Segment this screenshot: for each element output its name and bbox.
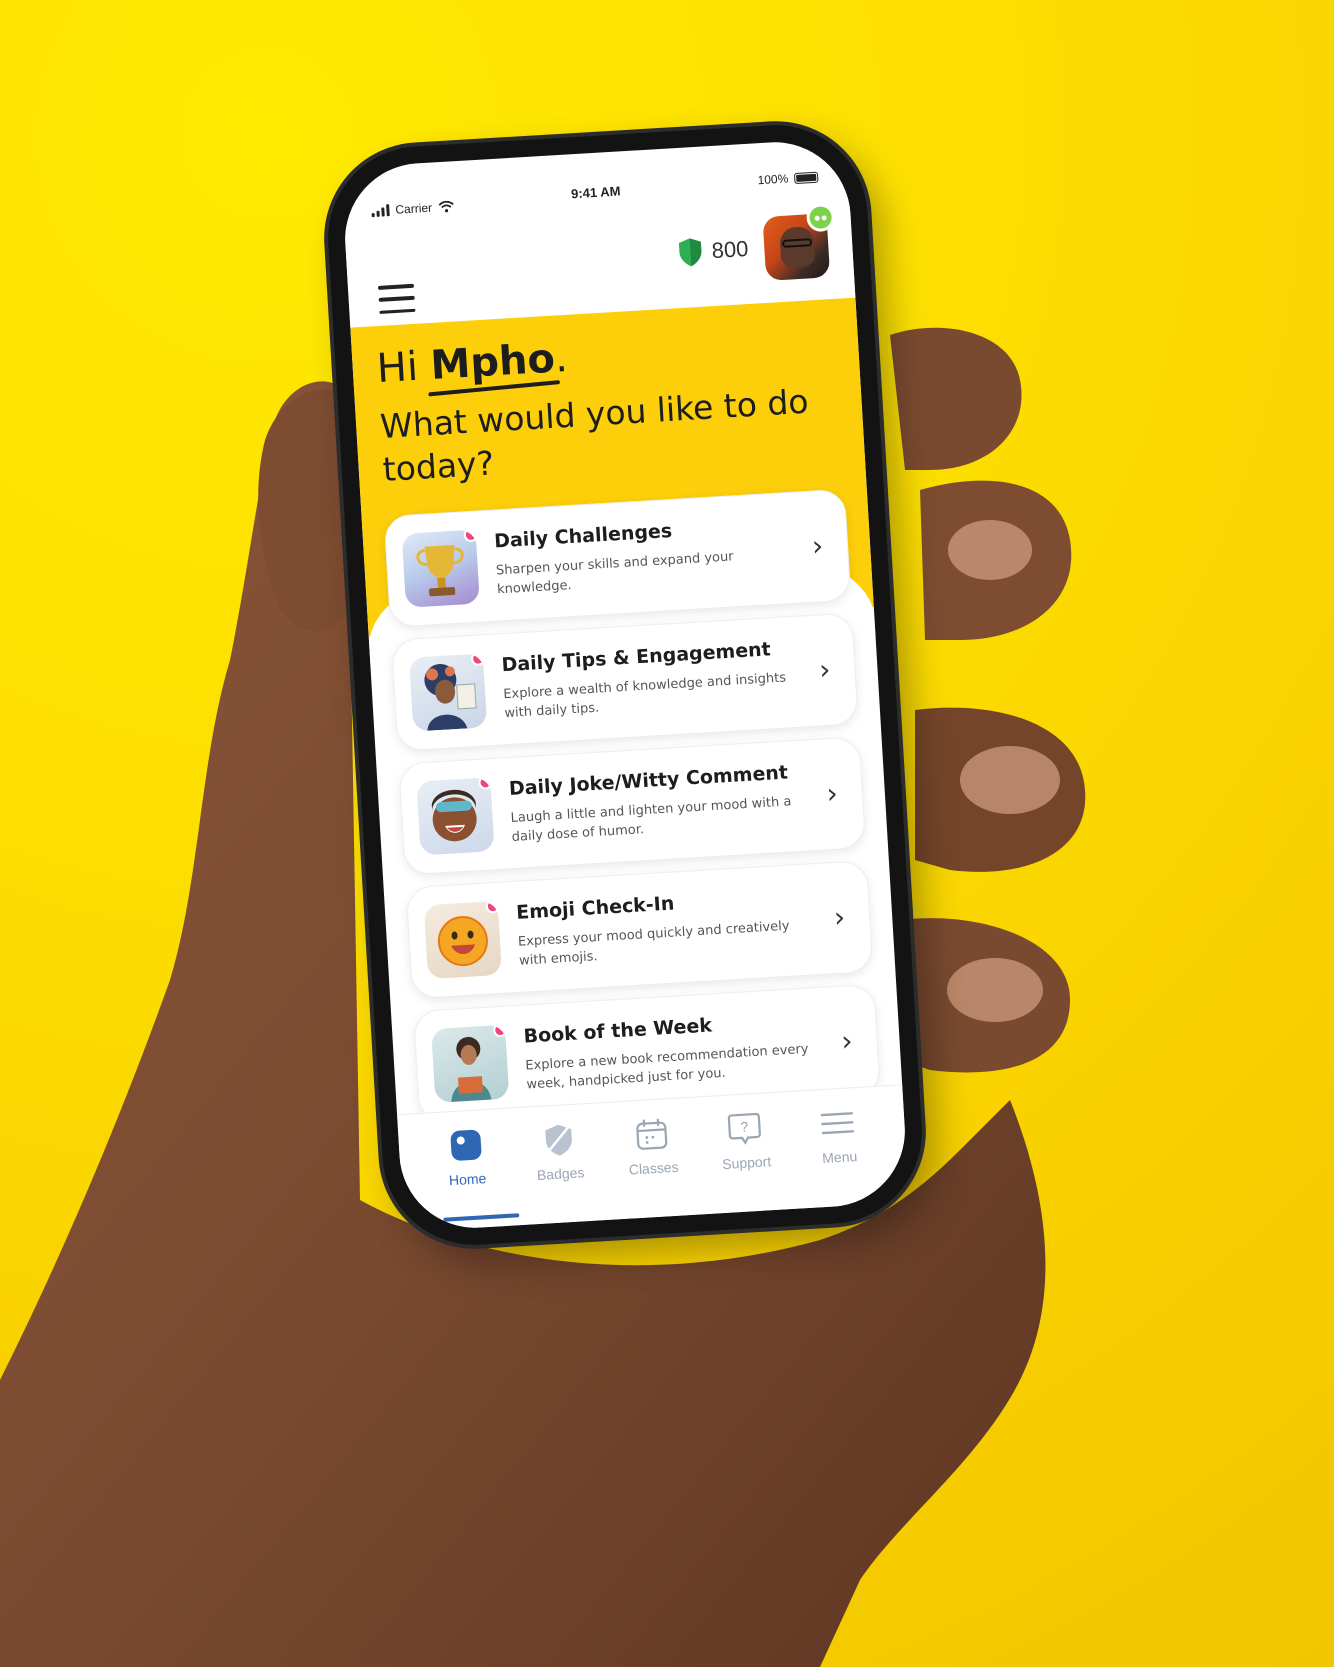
laughing-person-icon: [416, 777, 495, 856]
card-description: Explore a wealth of knowledge and insigh…: [502, 670, 787, 722]
notification-dot: [478, 777, 493, 790]
card-description: Laugh a little and lighten your mood wit…: [510, 794, 792, 845]
calendar-icon: [633, 1115, 671, 1153]
card-daily-tips[interactable]: Daily Tips & Engagement Explore a wealth…: [390, 612, 859, 752]
tab-label: Support: [721, 1153, 772, 1173]
points-value: 800: [710, 235, 750, 264]
card-title: Daily Tips & Engagement: [500, 638, 772, 677]
tab-home[interactable]: Home: [424, 1125, 509, 1190]
status-badge: [805, 202, 836, 233]
chevron-right-icon: ›: [825, 776, 839, 811]
battery-percent: 100%: [757, 171, 789, 188]
person-reading-icon: [409, 653, 488, 732]
reader-with-book-icon: [431, 1024, 510, 1103]
smiley-emoji-icon: [423, 900, 502, 980]
greeting-hi: Hi: [375, 343, 420, 393]
tab-label: Classes: [628, 1158, 679, 1178]
badge-icon: [540, 1121, 578, 1159]
card-title: Emoji Check-In: [515, 892, 675, 924]
phone-screen: Carrier 9:41 AM 100% 800 Hi Mpho. What w…: [340, 137, 910, 1233]
background: Carrier 9:41 AM 100% 800 Hi Mpho. What w…: [0, 0, 1334, 1667]
chevron-right-icon: ›: [840, 1024, 854, 1058]
support-icon: ?: [726, 1110, 764, 1148]
tab-menu[interactable]: Menu: [796, 1103, 881, 1168]
battery-icon: [793, 171, 819, 184]
card-description: Sharpen your skills and expand your know…: [495, 549, 735, 598]
hamburger-menu-button[interactable]: [377, 283, 416, 314]
tab-label: Badges: [536, 1164, 585, 1184]
active-tab-indicator: [443, 1213, 520, 1222]
card-title: Daily Joke/Witty Comment: [508, 761, 789, 801]
tab-label: Home: [448, 1170, 487, 1189]
svg-text:?: ?: [740, 1118, 749, 1134]
trophy-icon: [401, 529, 480, 608]
card-description: Express your mood quickly and creatively…: [517, 918, 790, 969]
points-display[interactable]: 800: [677, 234, 749, 268]
chevron-right-icon: ›: [818, 652, 832, 687]
phone-frame: Carrier 9:41 AM 100% 800 Hi Mpho. What w…: [322, 119, 928, 1251]
notification-dot: [492, 1024, 508, 1038]
activity-list: Daily Challenges Sharpen your skills and…: [383, 488, 882, 1135]
greeting: Hi Mpho.: [375, 335, 568, 392]
notification-dot: [485, 900, 501, 914]
tab-classes[interactable]: Classes: [610, 1114, 695, 1179]
card-description: Explore a new book recommendation every …: [524, 1041, 809, 1093]
greeting-user-name: Mpho: [429, 335, 557, 389]
card-emoji-checkin[interactable]: Emoji Check-In Express your mood quickly…: [405, 859, 874, 1000]
tab-support[interactable]: ? Support: [703, 1108, 788, 1173]
home-icon: [447, 1126, 485, 1164]
chevron-right-icon: ›: [832, 900, 847, 934]
tab-label: Menu: [821, 1148, 858, 1167]
avatar[interactable]: [762, 202, 836, 281]
menu-icon: [819, 1104, 857, 1142]
notification-dot: [463, 529, 479, 543]
tab-badges[interactable]: Badges: [517, 1119, 602, 1184]
shield-icon: [679, 238, 702, 267]
notification-dot: [470, 653, 486, 667]
card-title: Daily Challenges: [493, 519, 673, 553]
card-title: Book of the Week: [523, 1014, 713, 1048]
card-daily-joke[interactable]: Daily Joke/Witty Comment Laugh a little …: [398, 736, 867, 876]
chevron-right-icon: ›: [810, 529, 825, 563]
